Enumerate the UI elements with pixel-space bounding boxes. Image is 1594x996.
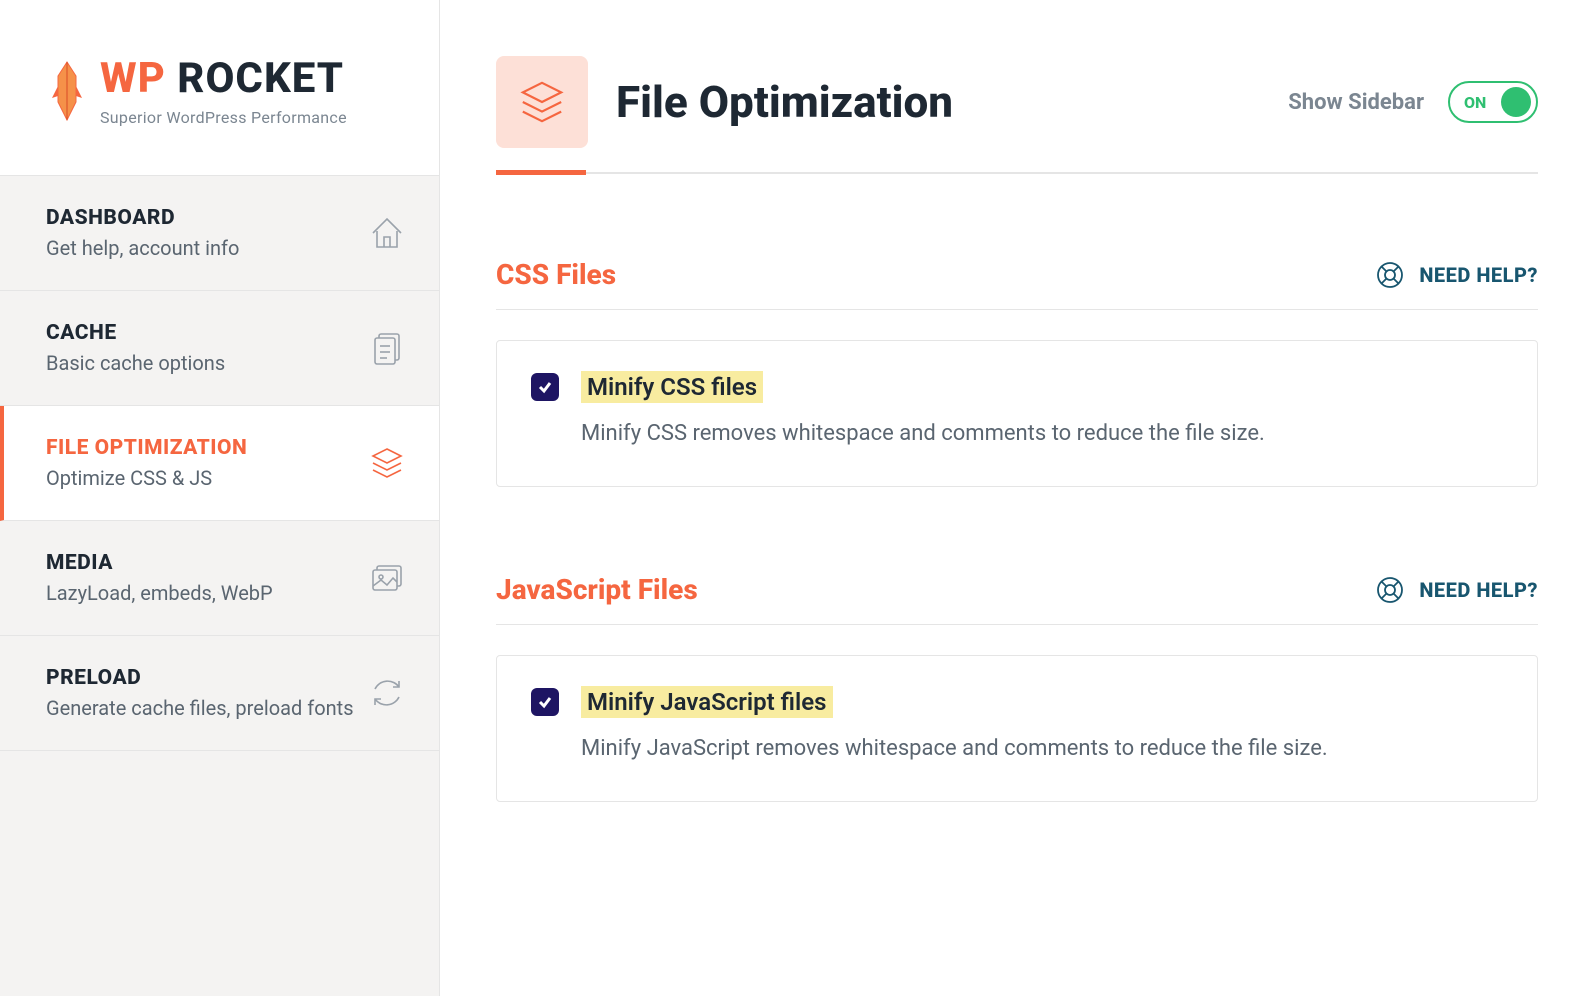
layers-icon [367, 443, 407, 483]
nav-title: PRELOAD [46, 666, 354, 690]
need-help-button[interactable]: NEED HELP? [1375, 575, 1538, 605]
option-description: Minify CSS removes whitespace and commen… [581, 417, 1265, 450]
nav-title: DASHBOARD [46, 206, 239, 230]
logo-block: WP ROCKET Superior WordPress Performance [0, 0, 439, 176]
sidebar-item-file-optimization[interactable]: FILE OPTIMIZATION Optimize CSS & JS [0, 406, 439, 521]
toggle-state-label: ON [1464, 93, 1486, 112]
option-card-minify-js: Minify JavaScript files Minify JavaScrip… [496, 655, 1538, 802]
sidebar-item-dashboard[interactable]: DASHBOARD Get help, account info [0, 176, 439, 291]
sidebar-item-cache[interactable]: CACHE Basic cache options [0, 291, 439, 406]
section-header-css: CSS Files NEED HELP? [496, 258, 1538, 310]
nav-title: MEDIA [46, 551, 273, 575]
toggle-knob [1501, 87, 1531, 117]
option-description: Minify JavaScript removes whitespace and… [581, 732, 1328, 765]
need-help-button[interactable]: NEED HELP? [1375, 260, 1538, 290]
minify-js-checkbox[interactable] [531, 688, 559, 716]
sidebar-item-preload[interactable]: PRELOAD Generate cache files, preload fo… [0, 636, 439, 751]
show-sidebar-label: Show Sidebar [1288, 90, 1424, 115]
option-card-minify-css: Minify CSS files Minify CSS removes whit… [496, 340, 1538, 487]
need-help-label: NEED HELP? [1419, 263, 1538, 287]
show-sidebar-toggle[interactable]: ON [1448, 81, 1538, 123]
page-header: File Optimization Show Sidebar ON [496, 56, 1538, 148]
page-header-icon [496, 56, 588, 148]
tab-indicator [496, 172, 1538, 174]
nav-title: FILE OPTIMIZATION [46, 436, 247, 460]
option-title: Minify JavaScript files [581, 686, 833, 718]
minify-css-checkbox[interactable] [531, 373, 559, 401]
lifebuoy-icon [1375, 260, 1405, 290]
page-title: File Optimization [616, 76, 1260, 128]
logo-text: WP ROCKET [100, 58, 347, 100]
rocket-logo-icon [46, 58, 88, 124]
nav-subtitle: LazyLoad, embeds, WebP [46, 581, 273, 605]
main-content: File Optimization Show Sidebar ON CSS Fi… [440, 0, 1594, 996]
sidebar: WP ROCKET Superior WordPress Performance… [0, 0, 440, 996]
nav-subtitle: Optimize CSS & JS [46, 466, 247, 490]
need-help-label: NEED HELP? [1419, 578, 1538, 602]
document-icon [367, 328, 407, 368]
sidebar-item-media[interactable]: MEDIA LazyLoad, embeds, WebP [0, 521, 439, 636]
section-title: CSS Files [496, 258, 616, 291]
nav-title: CACHE [46, 321, 225, 345]
logo-tagline: Superior WordPress Performance [100, 108, 347, 127]
nav-subtitle: Get help, account info [46, 236, 239, 260]
image-icon [367, 558, 407, 598]
lifebuoy-icon [1375, 575, 1405, 605]
section-header-js: JavaScript Files NEED HELP? [496, 573, 1538, 625]
nav-subtitle: Basic cache options [46, 351, 225, 375]
section-title: JavaScript Files [496, 573, 698, 606]
refresh-icon [367, 673, 407, 713]
nav-subtitle: Generate cache files, preload fonts [46, 696, 354, 720]
option-title: Minify CSS files [581, 371, 763, 403]
home-icon [367, 213, 407, 253]
